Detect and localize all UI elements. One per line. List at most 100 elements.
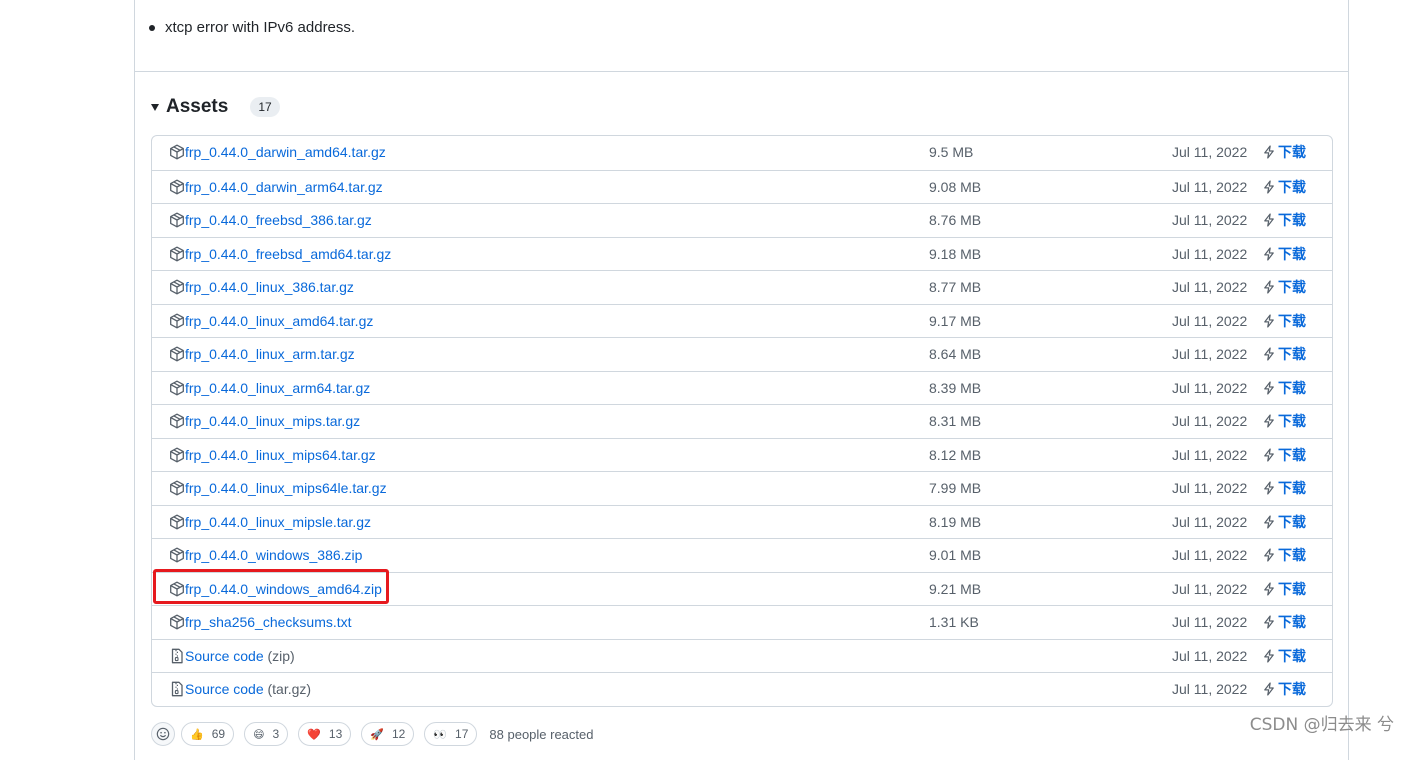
download-label: 下载 <box>1278 312 1306 329</box>
package-icon <box>169 279 185 295</box>
watermark: CSDN @归去来 兮 <box>1249 715 1394 735</box>
package-icon <box>169 547 185 563</box>
download-button[interactable]: 下载 <box>1262 680 1306 698</box>
asset-link[interactable]: frp_0.44.0_freebsd_amd64.tar.gz <box>185 246 391 263</box>
download-label: 下载 <box>1278 446 1306 463</box>
download-button[interactable]: 下载 <box>1262 312 1306 330</box>
download-button[interactable]: 下载 <box>1262 143 1306 161</box>
download-button[interactable]: 下载 <box>1262 245 1306 263</box>
asset-link[interactable]: frp_0.44.0_freebsd_386.tar.gz <box>185 212 372 229</box>
package-icon <box>169 413 185 429</box>
reaction-button[interactable]: 😄 3 <box>244 722 289 746</box>
asset-link[interactable]: Source code (tar.gz) <box>185 681 311 698</box>
zap-icon <box>1262 414 1278 428</box>
download-button[interactable]: 下载 <box>1262 647 1306 665</box>
download-button[interactable]: 下载 <box>1262 412 1306 430</box>
asset-size: 9.5 MB <box>929 144 974 160</box>
add-reaction-button[interactable] <box>151 722 175 746</box>
asset-row: frp_sha256_checksums.txt 1.31 KB Jul 11, 2… <box>152 605 1332 639</box>
asset-link[interactable]: frp_0.44.0_darwin_amd64.tar.gz <box>185 144 386 161</box>
download-button[interactable]: 下载 <box>1262 278 1306 296</box>
download-label: 下载 <box>1278 480 1306 496</box>
reaction-count: 17 <box>455 727 469 741</box>
download-button[interactable]: 下载 <box>1262 546 1306 564</box>
download-button[interactable]: 下载 <box>1262 211 1306 229</box>
download-label: 下载 <box>1278 346 1306 362</box>
asset-size: 8.39 MB <box>929 379 982 396</box>
asset-row: frp_0.44.0_linux_mips64le.tar.gz 7.99 MB J… <box>152 471 1332 505</box>
asset-size: 8.31 MB <box>929 413 982 429</box>
asset-link[interactable]: frp_0.44.0_darwin_arm64.tar.gz <box>185 179 383 196</box>
asset-link[interactable]: frp_0.44.0_linux_mips64le.tar.gz <box>185 480 387 497</box>
zap-icon <box>1262 179 1278 194</box>
zap-icon <box>1262 145 1278 159</box>
asset-link[interactable]: frp_0.44.0_linux_arm.tar.gz <box>185 346 355 363</box>
asset-row: frp_0.44.0_linux_mips64.tar.gz 8.12 MB Jul… <box>152 437 1332 472</box>
asset-name: frp_0.44.0_linux_arm.tar.gz <box>185 346 355 362</box>
asset-size: 9.21 MB <box>929 580 982 597</box>
asset-date: Jul 11, 2022 <box>1172 144 1248 160</box>
asset-name: frp_0.44.0_linux_mips.tar.gz <box>185 413 361 429</box>
asset-name: Source code <box>185 681 264 697</box>
asset-link[interactable]: frp_sha256_checksums.txt <box>185 614 352 631</box>
asset-link[interactable]: frp_0.44.0_linux_mips.tar.gz <box>185 413 360 430</box>
asset-name: frp_0.44.0_freebsd_386.tar.gz <box>185 212 372 228</box>
laugh-icon: 😄 <box>253 728 265 741</box>
asset-name-suffix: (zip) <box>263 647 295 664</box>
download-label: 下载 <box>1278 379 1306 396</box>
asset-link[interactable]: frp_0.44.0_linux_arm64.tar.gz <box>185 380 370 397</box>
download-label: 下载 <box>1278 279 1306 295</box>
zap-icon <box>1262 481 1278 495</box>
download-button[interactable]: 下载 <box>1262 345 1306 363</box>
zap-icon <box>1262 648 1278 663</box>
asset-link[interactable]: frp_0.44.0_linux_mips64.tar.gz <box>185 447 376 464</box>
asset-link[interactable]: Source code (zip) <box>185 648 295 665</box>
asset-size: 9.17 MB <box>929 312 982 329</box>
download-button[interactable]: 下载 <box>1262 479 1306 497</box>
asset-row: frp_0.44.0_linux_arm64.tar.gz 8.39 MB Jul … <box>152 370 1332 405</box>
reaction-count: 13 <box>328 727 343 741</box>
asset-size: 9.18 MB <box>929 245 982 262</box>
asset-size: 9.01 MB <box>929 547 982 563</box>
asset-name: frp_0.44.0_linux_amd64.tar.gz <box>185 312 374 329</box>
asset-link[interactable]: frp_0.44.0_linux_mipsle.tar.gz <box>185 514 371 531</box>
download-button[interactable]: 下载 <box>1262 613 1306 631</box>
download-button[interactable]: 下载 <box>1262 580 1306 598</box>
download-button[interactable]: 下载 <box>1262 446 1306 464</box>
asset-link[interactable]: frp_0.44.0_windows_amd64.zip <box>185 581 382 598</box>
asset-date: Jul 11, 2022 <box>1172 413 1248 429</box>
asset-name: frp_0.44.0_linux_arm64.tar.gz <box>185 379 371 396</box>
asset-size: 1.31 KB <box>929 614 979 630</box>
asset-row: Source code (zip) Jul 11, 2022 下载 <box>152 638 1332 673</box>
reaction-count: 12 <box>391 727 406 741</box>
download-label: 下载 <box>1278 413 1306 429</box>
download-button[interactable]: 下载 <box>1262 178 1306 196</box>
asset-row: frp_0.44.0_linux_386.tar.gz 8.77 MB Jul 11… <box>152 270 1332 304</box>
asset-size: 8.64 MB <box>929 346 982 362</box>
assets-list: frp_0.44.0_darwin_amd64.tar.gz 9.5 MB Jul … <box>151 135 1333 707</box>
asset-link[interactable]: frp_0.44.0_linux_386.tar.gz <box>185 279 354 296</box>
download-label: 下载 <box>1278 513 1306 530</box>
zap-icon <box>1262 280 1278 294</box>
package-icon <box>169 447 185 463</box>
package-icon <box>169 614 185 630</box>
package-icon <box>169 212 185 228</box>
asset-date: Jul 11, 2022 <box>1172 647 1248 664</box>
reaction-button[interactable]: 👍 69 <box>181 722 235 746</box>
thumbs-up-icon: 👍 <box>190 728 204 741</box>
reaction-button[interactable]: ❤️ 13 <box>298 722 352 746</box>
asset-link[interactable]: frp_0.44.0_windows_386.zip <box>185 547 362 564</box>
asset-date: Jul 11, 2022 <box>1172 580 1248 597</box>
rocket-icon: 🚀 <box>370 728 384 741</box>
asset-date: Jul 11, 2022 <box>1172 312 1248 329</box>
download-label: 下载 <box>1278 647 1306 664</box>
reaction-button[interactable]: 🚀 12 <box>361 722 415 746</box>
download-button[interactable]: 下载 <box>1262 379 1306 397</box>
asset-row: frp_0.44.0_freebsd_amd64.tar.gz 9.18 MB Ju… <box>152 236 1332 271</box>
assets-toggle[interactable]: Assets 17 <box>151 94 280 120</box>
eyes-icon: 👀 <box>433 728 448 741</box>
download-label: 下载 <box>1278 212 1306 228</box>
asset-link[interactable]: frp_0.44.0_linux_amd64.tar.gz <box>185 313 373 330</box>
reaction-button[interactable]: 👀 17 <box>424 722 478 746</box>
download-button[interactable]: 下载 <box>1262 513 1306 531</box>
